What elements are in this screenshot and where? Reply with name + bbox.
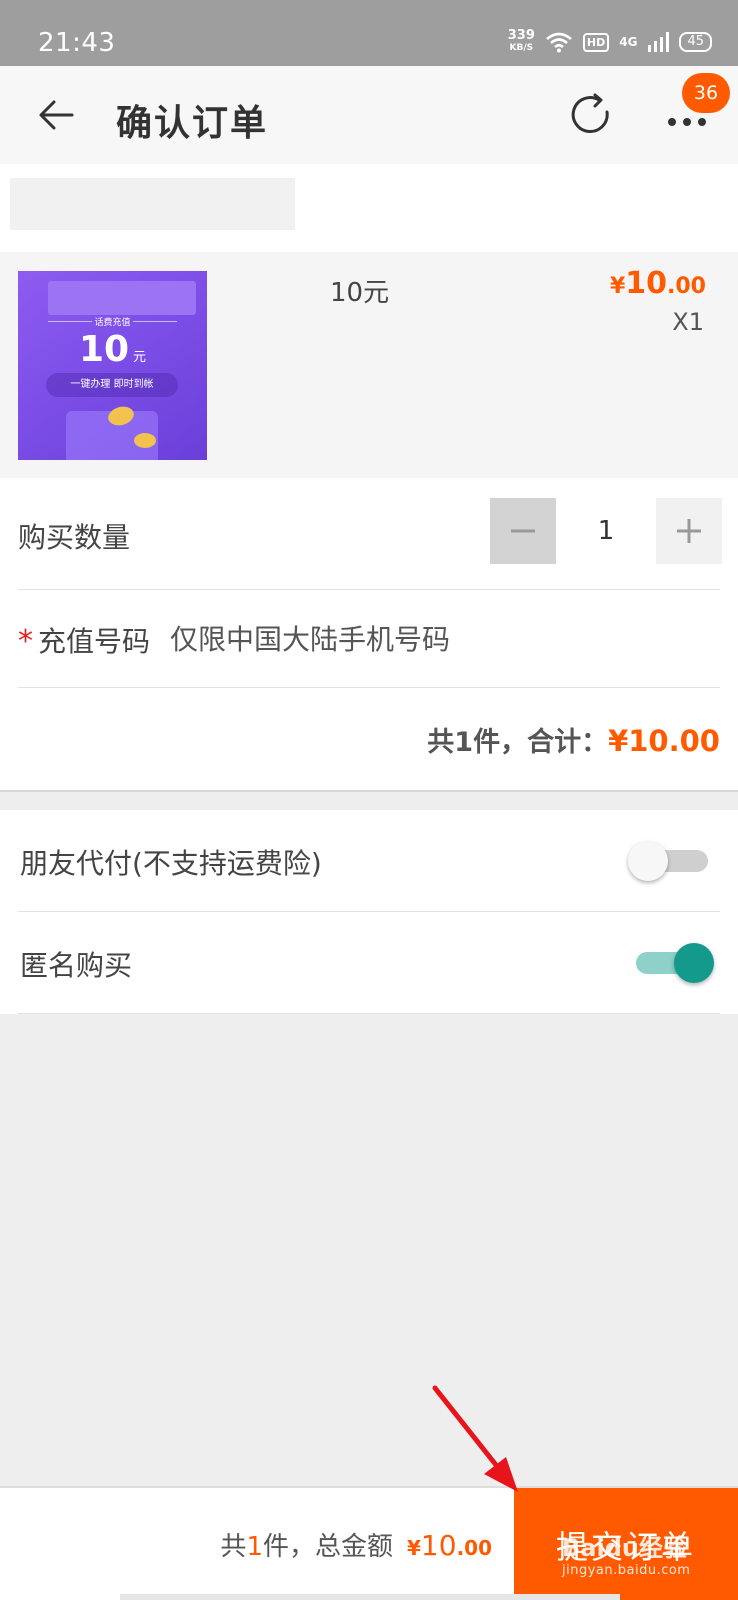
watermark: Baidu经验 jingyan.baidu.com (562, 1534, 691, 1578)
friend-pay-toggle[interactable] (628, 841, 708, 881)
order-form: 购买数量 1 * 充值号码 共1件，合计：¥10.00 (0, 478, 738, 792)
quantity-label: 购买数量 (18, 521, 131, 554)
subtotal-text: 共1件，合计：¥10.00 (427, 724, 720, 758)
notification-badge: 36 (682, 73, 730, 113)
product-name: 10元 (330, 278, 390, 308)
status-icons: 339 KB/S HD 4G 45 (507, 28, 712, 54)
order-summary: 共1件，总金额 ¥10.00 (220, 1529, 492, 1562)
quantity-value[interactable]: 1 (556, 498, 656, 564)
wifi-icon (546, 32, 572, 53)
image-tagline: 一键办理 即时到帐 (46, 373, 178, 397)
phone-label: 充值号码 (38, 625, 151, 658)
arrow-left-icon[interactable] (34, 92, 80, 138)
friend-pay-row: 朋友代付(不支持运费险) (18, 810, 720, 912)
phone-row: * 充值号码 (18, 590, 720, 688)
minus-icon (511, 529, 535, 533)
product-image: 话费充值 10 元 一键办理 即时到帐 (18, 271, 207, 460)
quantity-increase-button[interactable] (656, 498, 722, 564)
anonymous-toggle[interactable] (636, 943, 714, 983)
product-row[interactable]: 话费充值 10 元 一键办理 即时到帐 10元 ¥10.00 X1 (0, 252, 738, 478)
friend-pay-label: 朋友代付(不支持运费险) (20, 847, 322, 880)
network-label: 4G (619, 35, 638, 49)
required-mark: * (18, 624, 33, 659)
subtotal-amount: ¥10.00 (608, 724, 720, 758)
battery-icon: 45 (679, 32, 712, 52)
anonymous-label: 匿名购买 (20, 949, 133, 982)
image-title: 话费充值 (94, 318, 131, 328)
phone-number-input[interactable] (170, 614, 710, 664)
image-redacted-area (48, 281, 196, 315)
hd-icon: HD (582, 32, 610, 52)
product-price: ¥10.00 (609, 266, 706, 301)
app-header: 确认订单 36 (0, 66, 738, 164)
total-amount: ¥10.00 (407, 1529, 492, 1562)
image-amount: 10 元 (78, 329, 147, 370)
product-quantity: X1 (672, 308, 704, 336)
toggle-knob (628, 841, 668, 881)
page-title: 确认订单 (116, 103, 269, 144)
shop-section (0, 164, 738, 252)
quantity-row: 购买数量 1 (18, 478, 722, 590)
plus-icon (677, 519, 701, 543)
status-time: 21:43 (38, 28, 116, 58)
network-speed: 339 KB/S (507, 28, 535, 53)
refresh-icon[interactable] (566, 90, 616, 140)
status-bar: 21:43 339 KB/S HD 4G 45 (0, 0, 738, 66)
subtotal-row: 共1件，合计：¥10.00 (18, 688, 720, 790)
quantity-decrease-button[interactable] (490, 498, 556, 564)
signal-icon (648, 32, 670, 52)
coin-graphic (134, 433, 156, 448)
toggle-knob (674, 943, 714, 983)
bottom-strip (120, 1594, 620, 1600)
options-section: 朋友代付(不支持运费险) 匿名购买 (0, 810, 738, 1014)
anonymous-row: 匿名购买 (18, 912, 720, 1014)
shop-name-redacted (10, 178, 295, 230)
